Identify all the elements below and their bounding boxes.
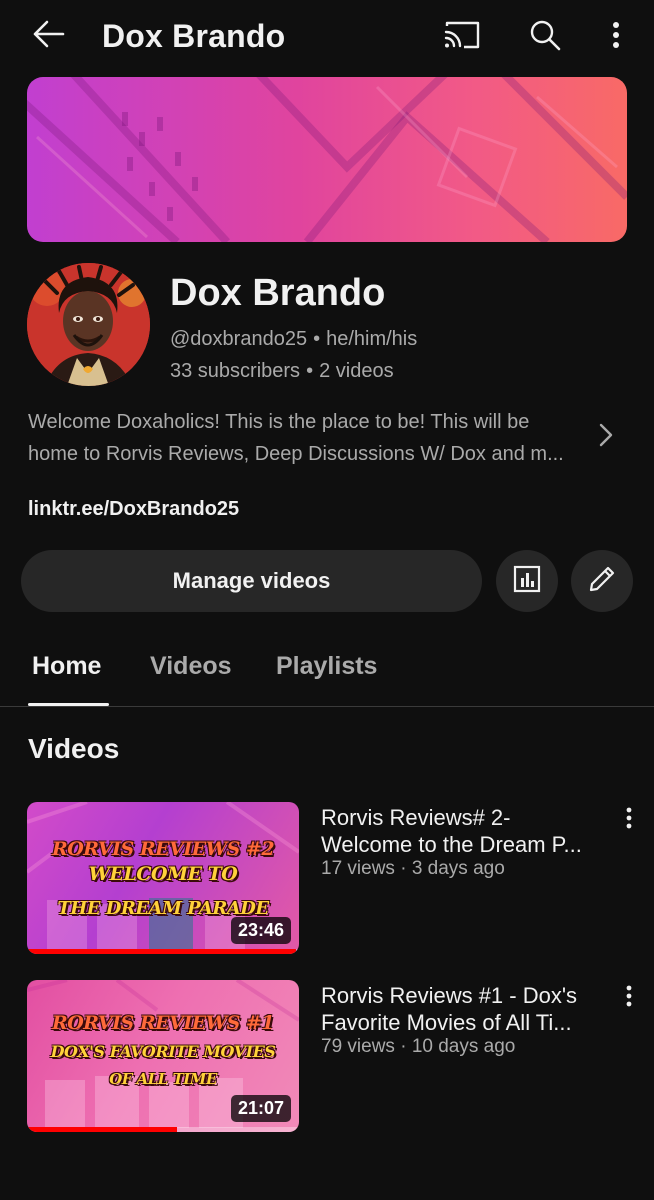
pencil-icon [587, 564, 617, 599]
channel-stats-row: 33 subscribers • 2 videos [170, 360, 394, 383]
view-count: 17 views [321, 858, 395, 879]
channel-banner [27, 77, 627, 242]
video-duration: 23:46 [230, 917, 291, 944]
description-line-1: Welcome Doxaholics! This is the place to… [28, 411, 530, 433]
bar-chart-icon [513, 565, 541, 598]
video-more-button[interactable] [616, 982, 642, 1014]
channel-name: Dox Brando [170, 272, 386, 314]
description-expand-button[interactable] [592, 422, 620, 452]
watch-progress-fill [27, 1127, 177, 1132]
upload-age: 10 days ago [411, 1036, 516, 1057]
search-button[interactable] [523, 16, 567, 58]
video-title-line-1: Rorvis Reviews# 2- [321, 805, 511, 830]
channel-pronouns: he/him/his [326, 328, 418, 350]
watch-progress-track [27, 1127, 299, 1132]
video-more-button[interactable] [616, 804, 642, 836]
thumbnail-text-line-3: THE DREAM PARADE [57, 898, 269, 919]
back-button[interactable] [28, 16, 68, 56]
video-title-line-2: Favorite Movies of All Ti... [321, 1010, 572, 1035]
thumbnail-text-line-2: DOX'S FAVORITE MOVIES [50, 1042, 276, 1061]
tab-home[interactable]: Home [32, 652, 101, 681]
view-count: 79 views [321, 1036, 395, 1057]
video-thumbnail[interactable]: RORVIS REVIEWS #2 WELCOME TO THE DREAM P… [27, 802, 299, 954]
channel-handle: @doxbrando25 [170, 328, 308, 350]
thumbnail-text-line-2: WELCOME TO [88, 863, 238, 885]
channel-description[interactable]: Welcome Doxaholics! This is the place to… [28, 406, 588, 470]
meta-separator: · [400, 1036, 407, 1057]
video-list-item[interactable]: RORVIS REVIEWS #2 WELCOME TO THE DREAM P… [0, 802, 654, 954]
video-title-line-2: Welcome to the Dream P... [321, 832, 582, 857]
video-duration: 21:07 [230, 1095, 291, 1122]
search-icon [529, 19, 561, 56]
tab-divider [0, 706, 654, 707]
vertical-dots-icon [626, 807, 632, 834]
arrow-left-icon [31, 19, 65, 54]
thumbnail-text-line-3: OF ALL TIME [109, 1070, 217, 1088]
more-options-button[interactable] [598, 16, 634, 58]
video-meta: 79 views · 10 days ago [321, 1036, 515, 1058]
top-bar-title: Dox Brando [102, 18, 286, 54]
video-meta: 17 views · 3 days ago [321, 858, 505, 880]
channel-avatar[interactable] [27, 263, 150, 386]
channel-link[interactable]: linktr.ee/DoxBrando25 [28, 498, 239, 521]
video-title-line-1: Rorvis Reviews #1 - Dox's [321, 983, 578, 1008]
edit-channel-button[interactable] [571, 550, 633, 612]
top-app-bar: Dox Brando [0, 0, 654, 76]
chevron-right-icon [599, 423, 613, 452]
separator-dot: • [306, 360, 314, 382]
section-title: Videos [28, 733, 120, 764]
separator-dot: • [313, 328, 321, 350]
subscriber-count: 33 subscribers [170, 360, 301, 382]
watch-progress-track [27, 949, 299, 954]
description-line-2: home to Rorvis Reviews, Deep Discussions… [28, 443, 564, 465]
vertical-dots-icon [612, 21, 620, 54]
video-title[interactable]: Rorvis Reviews# 2- Welcome to the Dream … [321, 804, 606, 858]
tab-playlists[interactable]: Playlists [276, 652, 377, 681]
manage-videos-button[interactable]: Manage videos [21, 550, 482, 612]
channel-handle-row: @doxbrando25 • he/him/his [170, 328, 417, 351]
video-list-item[interactable]: RORVIS REVIEWS #1 DOX'S FAVORITE MOVIES … [0, 980, 654, 1132]
video-count: 2 videos [319, 360, 394, 382]
upload-age: 3 days ago [411, 858, 505, 879]
cast-button[interactable] [440, 16, 484, 58]
analytics-button[interactable] [496, 550, 558, 612]
watch-progress-fill [27, 949, 297, 954]
cast-icon [443, 20, 481, 55]
video-title[interactable]: Rorvis Reviews #1 - Dox's Favorite Movie… [321, 982, 606, 1036]
thumbnail-text-line-1: RORVIS REVIEWS #1 [51, 1012, 275, 1034]
tab-videos[interactable]: Videos [150, 652, 232, 681]
vertical-dots-icon [626, 985, 632, 1012]
meta-separator: · [400, 858, 407, 879]
video-thumbnail[interactable]: RORVIS REVIEWS #1 DOX'S FAVORITE MOVIES … [27, 980, 299, 1132]
thumbnail-text-line-1: RORVIS REVIEWS #2 [51, 838, 275, 860]
channel-page: Dox Brando Dox Brando @doxbrando25 • he/… [0, 0, 654, 1200]
